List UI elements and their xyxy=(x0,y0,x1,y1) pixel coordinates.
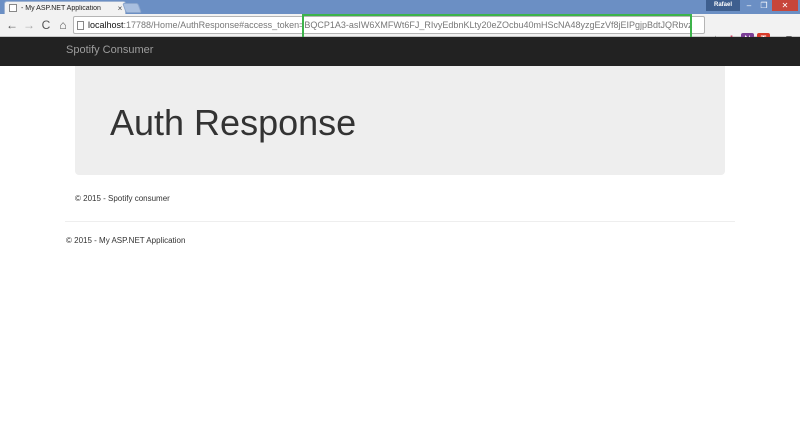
forward-arrow-icon[interactable]: → xyxy=(21,17,37,33)
maximize-button[interactable]: ❐ xyxy=(757,0,771,11)
back-arrow-icon[interactable]: ← xyxy=(4,17,20,33)
home-icon[interactable]: ⌂ xyxy=(55,17,71,33)
browser-titlebar: - My ASP.NET Application × Rafael – ❐ ✕ xyxy=(0,0,800,14)
page-icon xyxy=(9,4,17,12)
outer-footer-text: © 2015 - My ASP.NET Application xyxy=(66,236,186,245)
page-info-icon[interactable] xyxy=(77,21,84,30)
new-tab-button[interactable] xyxy=(122,3,142,13)
navbar-brand-link[interactable]: Spotify Consumer xyxy=(66,44,153,56)
site-navbar: Spotify Consumer xyxy=(0,37,800,66)
minimize-button[interactable]: – xyxy=(742,0,756,11)
footer-divider xyxy=(65,221,735,222)
jumbotron: Auth Response xyxy=(75,66,725,175)
browser-tab[interactable]: - My ASP.NET Application × xyxy=(4,1,126,14)
inner-footer-text: © 2015 - Spotify consumer xyxy=(75,194,170,203)
url-host: localhost xyxy=(88,20,124,30)
profile-button[interactable]: Rafael xyxy=(706,0,740,11)
tab-title: - My ASP.NET Application xyxy=(21,4,101,12)
page-title: Auth Response xyxy=(110,102,357,143)
window-close-button[interactable]: ✕ xyxy=(772,0,798,11)
reload-icon[interactable]: C xyxy=(38,17,54,33)
